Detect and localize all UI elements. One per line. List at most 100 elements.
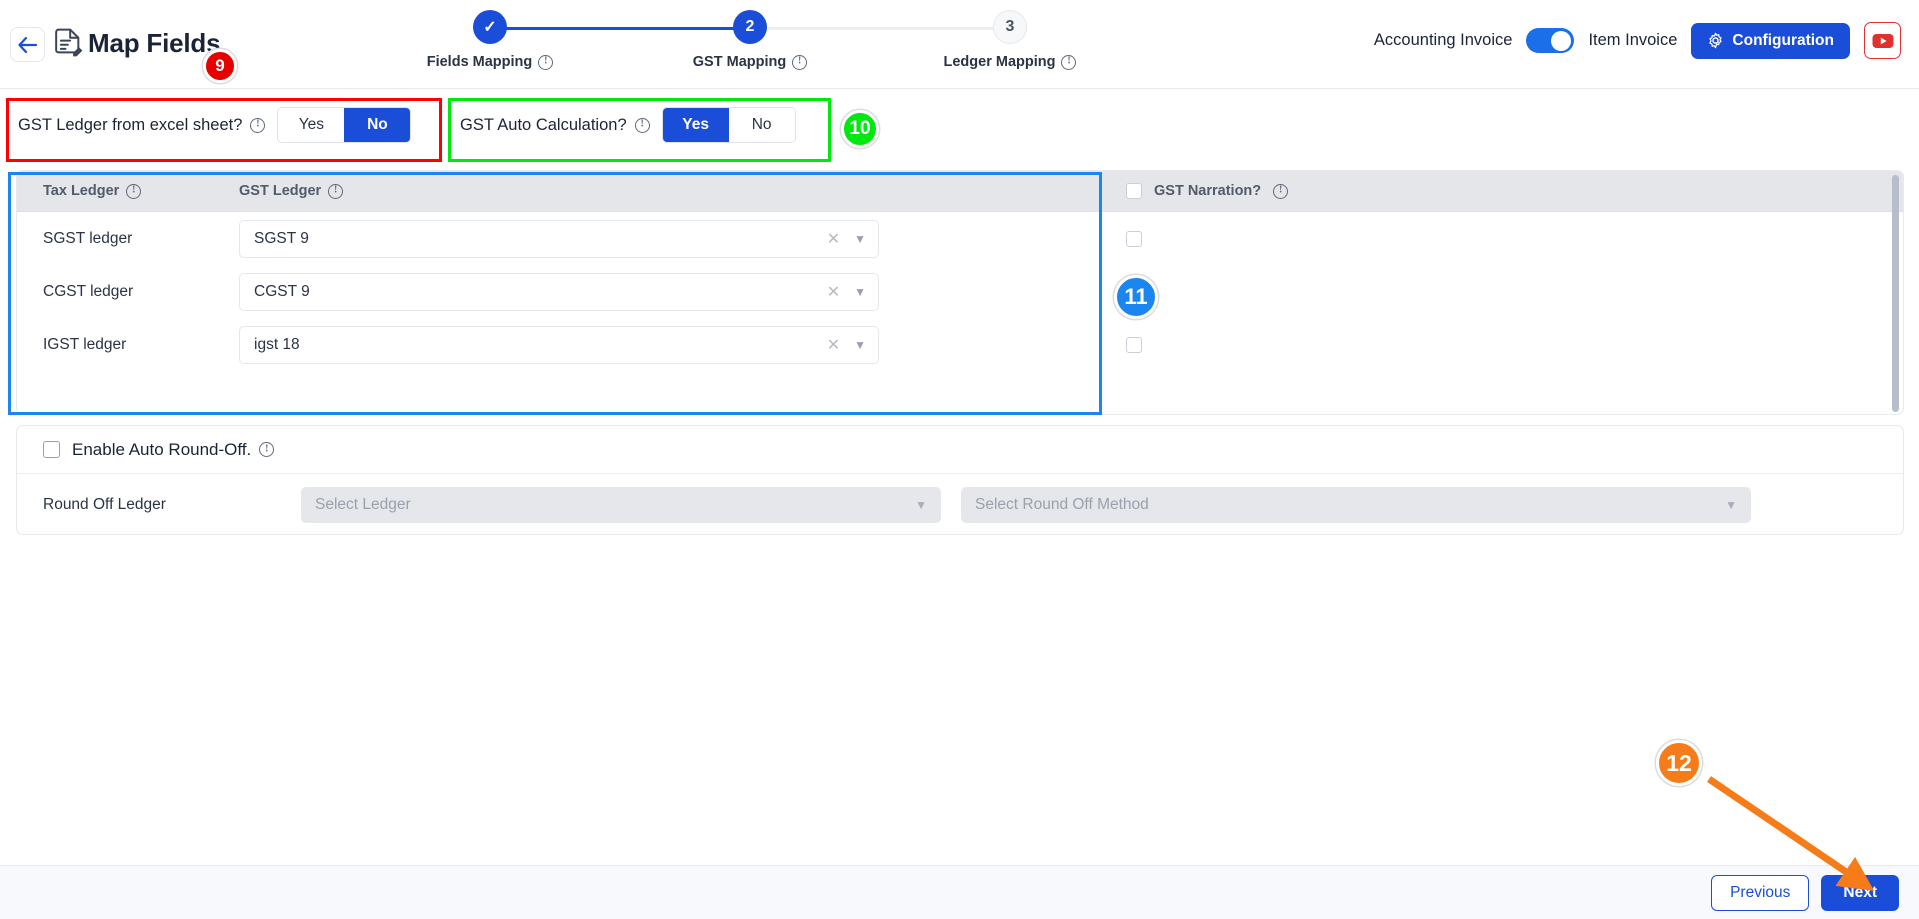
row-gst-ledger-cell: igst 18 ✕ ▼ bbox=[239, 325, 1124, 364]
gst-ledger-from-excel-label-row: GST Ledger from excel sheet? bbox=[18, 115, 266, 135]
table-vertical-scrollbar[interactable] bbox=[1891, 173, 1900, 414]
row-tax-ledger-name: CGST ledger bbox=[43, 282, 134, 300]
info-icon[interactable] bbox=[126, 183, 142, 199]
gst-ledger-from-excel-label: GST Ledger from excel sheet? bbox=[18, 115, 243, 134]
column-header-gst-ledger: GST Ledger bbox=[239, 183, 1124, 199]
annotation-badge-12: 12 bbox=[1656, 740, 1702, 786]
info-icon[interactable] bbox=[328, 183, 344, 199]
gst-auto-calculation-group: GST Auto Calculation? Yes No bbox=[460, 107, 796, 143]
step-3-label-row: Ledger Mapping bbox=[910, 54, 1110, 70]
narration-checkbox-igst[interactable] bbox=[1126, 336, 1142, 353]
round-off-ledger-select[interactable]: Select Ledger ▼ bbox=[301, 486, 941, 523]
row-narration-cell bbox=[1124, 230, 1142, 247]
step-3-label: Ledger Mapping bbox=[943, 54, 1056, 70]
gst-ledger-value: CGST 9 bbox=[254, 282, 310, 300]
stepper-connector-2 bbox=[750, 27, 1010, 30]
enable-auto-round-off-label-row: Enable Auto Round-Off. bbox=[72, 439, 275, 460]
close-icon[interactable]: ✕ bbox=[827, 282, 840, 302]
table-row: CGST ledger CGST 9 ✕ ▼ bbox=[17, 265, 1903, 318]
gst-auto-calculation-yes[interactable]: Yes bbox=[662, 108, 729, 142]
chevron-down-icon: ▼ bbox=[1725, 497, 1737, 512]
gst-auto-calculation-label: GST Auto Calculation? bbox=[460, 115, 627, 134]
enable-auto-round-off-checkbox[interactable] bbox=[43, 441, 60, 458]
close-icon[interactable]: ✕ bbox=[827, 335, 840, 355]
app-root: Map Fields ✓ Fields Mapping 2 GST Mappin… bbox=[0, 0, 1919, 919]
step-3-marker: 3 bbox=[993, 10, 1027, 44]
info-icon[interactable] bbox=[250, 117, 266, 133]
youtube-help-button[interactable] bbox=[1864, 22, 1901, 59]
gst-ledger-select-igst[interactable]: igst 18 ✕ ▼ bbox=[239, 325, 879, 364]
step-2-label: GST Mapping bbox=[692, 54, 787, 70]
chevron-down-icon[interactable]: ▼ bbox=[854, 232, 866, 246]
step-gst-mapping[interactable]: 2 GST Mapping bbox=[650, 10, 850, 70]
row-narration-cell bbox=[1124, 283, 1142, 300]
accounting-invoice-label: Accounting Invoice bbox=[1373, 31, 1513, 49]
column-header-gst-ledger-label: GST Ledger bbox=[239, 183, 322, 199]
info-icon[interactable] bbox=[259, 442, 275, 457]
toggle-knob bbox=[1551, 30, 1572, 51]
chevron-down-icon[interactable]: ▼ bbox=[854, 338, 866, 352]
select-all-narration-checkbox[interactable] bbox=[1126, 183, 1142, 199]
configuration-button[interactable]: Configuration bbox=[1691, 22, 1850, 59]
column-header-gst-narration: GST Narration? bbox=[1124, 183, 1289, 199]
info-icon[interactable] bbox=[792, 54, 808, 70]
gst-ledger-from-excel-toggle: Yes No bbox=[277, 107, 412, 143]
document-edit-icon bbox=[55, 28, 83, 57]
step-1-label-row: Fields Mapping bbox=[390, 54, 590, 70]
scrollbar-thumb[interactable] bbox=[1892, 175, 1899, 412]
wizard-stepper: ✓ Fields Mapping 2 GST Mapping 3 Ledger … bbox=[390, 10, 1077, 80]
table-header-row: Tax Ledger GST Ledger GST Narration? bbox=[17, 171, 1903, 212]
step-2-label-row: GST Mapping bbox=[650, 54, 850, 70]
arrow-left-icon bbox=[18, 36, 37, 53]
step-ledger-mapping[interactable]: 3 Ledger Mapping bbox=[910, 10, 1110, 70]
page-header: Map Fields ✓ Fields Mapping 2 GST Mappin… bbox=[0, 0, 1919, 89]
round-off-method-select[interactable]: Select Round Off Method ▼ bbox=[961, 486, 1751, 523]
gst-auto-calculation-label-row: GST Auto Calculation? bbox=[460, 116, 650, 135]
info-icon[interactable] bbox=[634, 117, 650, 133]
gst-options-bar: GST Ledger from excel sheet? Yes No GST … bbox=[0, 89, 1919, 169]
round-off-panel: Enable Auto Round-Off. Round Off Ledger … bbox=[16, 425, 1904, 535]
narration-checkbox-sgst[interactable] bbox=[1126, 230, 1142, 247]
chevron-down-icon[interactable]: ▼ bbox=[854, 285, 866, 299]
gst-auto-calculation-no[interactable]: No bbox=[728, 108, 795, 142]
gst-ledger-from-excel-no[interactable]: No bbox=[344, 108, 411, 142]
next-button[interactable]: Next bbox=[1821, 874, 1899, 911]
column-header-tax-ledger: Tax Ledger bbox=[17, 183, 239, 199]
step-fields-mapping[interactable]: ✓ Fields Mapping bbox=[390, 10, 590, 70]
gst-ledger-select-sgst[interactable]: SGST 9 ✕ ▼ bbox=[239, 219, 879, 258]
table-row: SGST ledger SGST 9 ✕ ▼ bbox=[17, 212, 1903, 265]
step-1-label: Fields Mapping bbox=[426, 54, 533, 70]
enable-auto-round-off-label: Enable Auto Round-Off. bbox=[72, 439, 252, 459]
round-off-ledger-row: Round Off Ledger Select Ledger ▼ Select … bbox=[17, 474, 1903, 534]
row-tax-ledger-name: IGST ledger bbox=[43, 335, 127, 353]
row-gst-ledger-cell: CGST 9 ✕ ▼ bbox=[239, 272, 1124, 311]
gst-ledger-from-excel-group: GST Ledger from excel sheet? Yes No bbox=[18, 107, 412, 143]
info-icon[interactable] bbox=[538, 54, 554, 70]
round-off-method-placeholder: Select Round Off Method bbox=[975, 495, 1149, 513]
table-row: IGST ledger igst 18 ✕ ▼ bbox=[17, 318, 1903, 371]
close-icon[interactable]: ✕ bbox=[827, 229, 840, 249]
info-icon[interactable] bbox=[1273, 183, 1289, 199]
row-gst-ledger-cell: SGST 9 ✕ ▼ bbox=[239, 219, 1124, 258]
wizard-footer: Previous Next bbox=[0, 865, 1919, 919]
header-actions: Accounting Invoice Item Invoice Configur… bbox=[1374, 22, 1901, 59]
info-icon[interactable] bbox=[1061, 54, 1077, 70]
column-header-tax-ledger-label: Tax Ledger bbox=[43, 183, 120, 199]
gst-auto-calculation-toggle: Yes No bbox=[661, 107, 796, 143]
step-2-marker: 2 bbox=[733, 10, 767, 44]
youtube-icon bbox=[1872, 33, 1893, 48]
gst-ledger-select-cgst[interactable]: CGST 9 ✕ ▼ bbox=[239, 272, 879, 311]
back-button[interactable] bbox=[10, 27, 45, 62]
round-off-ledger-placeholder: Select Ledger bbox=[315, 495, 411, 513]
item-invoice-label: Item Invoice bbox=[1588, 31, 1678, 49]
invoice-type-toggle[interactable] bbox=[1526, 28, 1575, 53]
narration-checkbox-cgst[interactable] bbox=[1126, 283, 1142, 300]
gst-ledger-table-panel: Tax Ledger GST Ledger GST Narration? SGS… bbox=[16, 170, 1904, 415]
step-1-marker: ✓ bbox=[473, 10, 507, 44]
row-narration-cell bbox=[1124, 336, 1142, 353]
gst-ledger-value: SGST 9 bbox=[254, 229, 309, 247]
gst-ledger-from-excel-yes[interactable]: Yes bbox=[278, 108, 345, 142]
previous-button[interactable]: Previous bbox=[1711, 874, 1810, 911]
enable-auto-round-off-row: Enable Auto Round-Off. bbox=[17, 426, 1903, 474]
configuration-label: Configuration bbox=[1732, 31, 1834, 49]
